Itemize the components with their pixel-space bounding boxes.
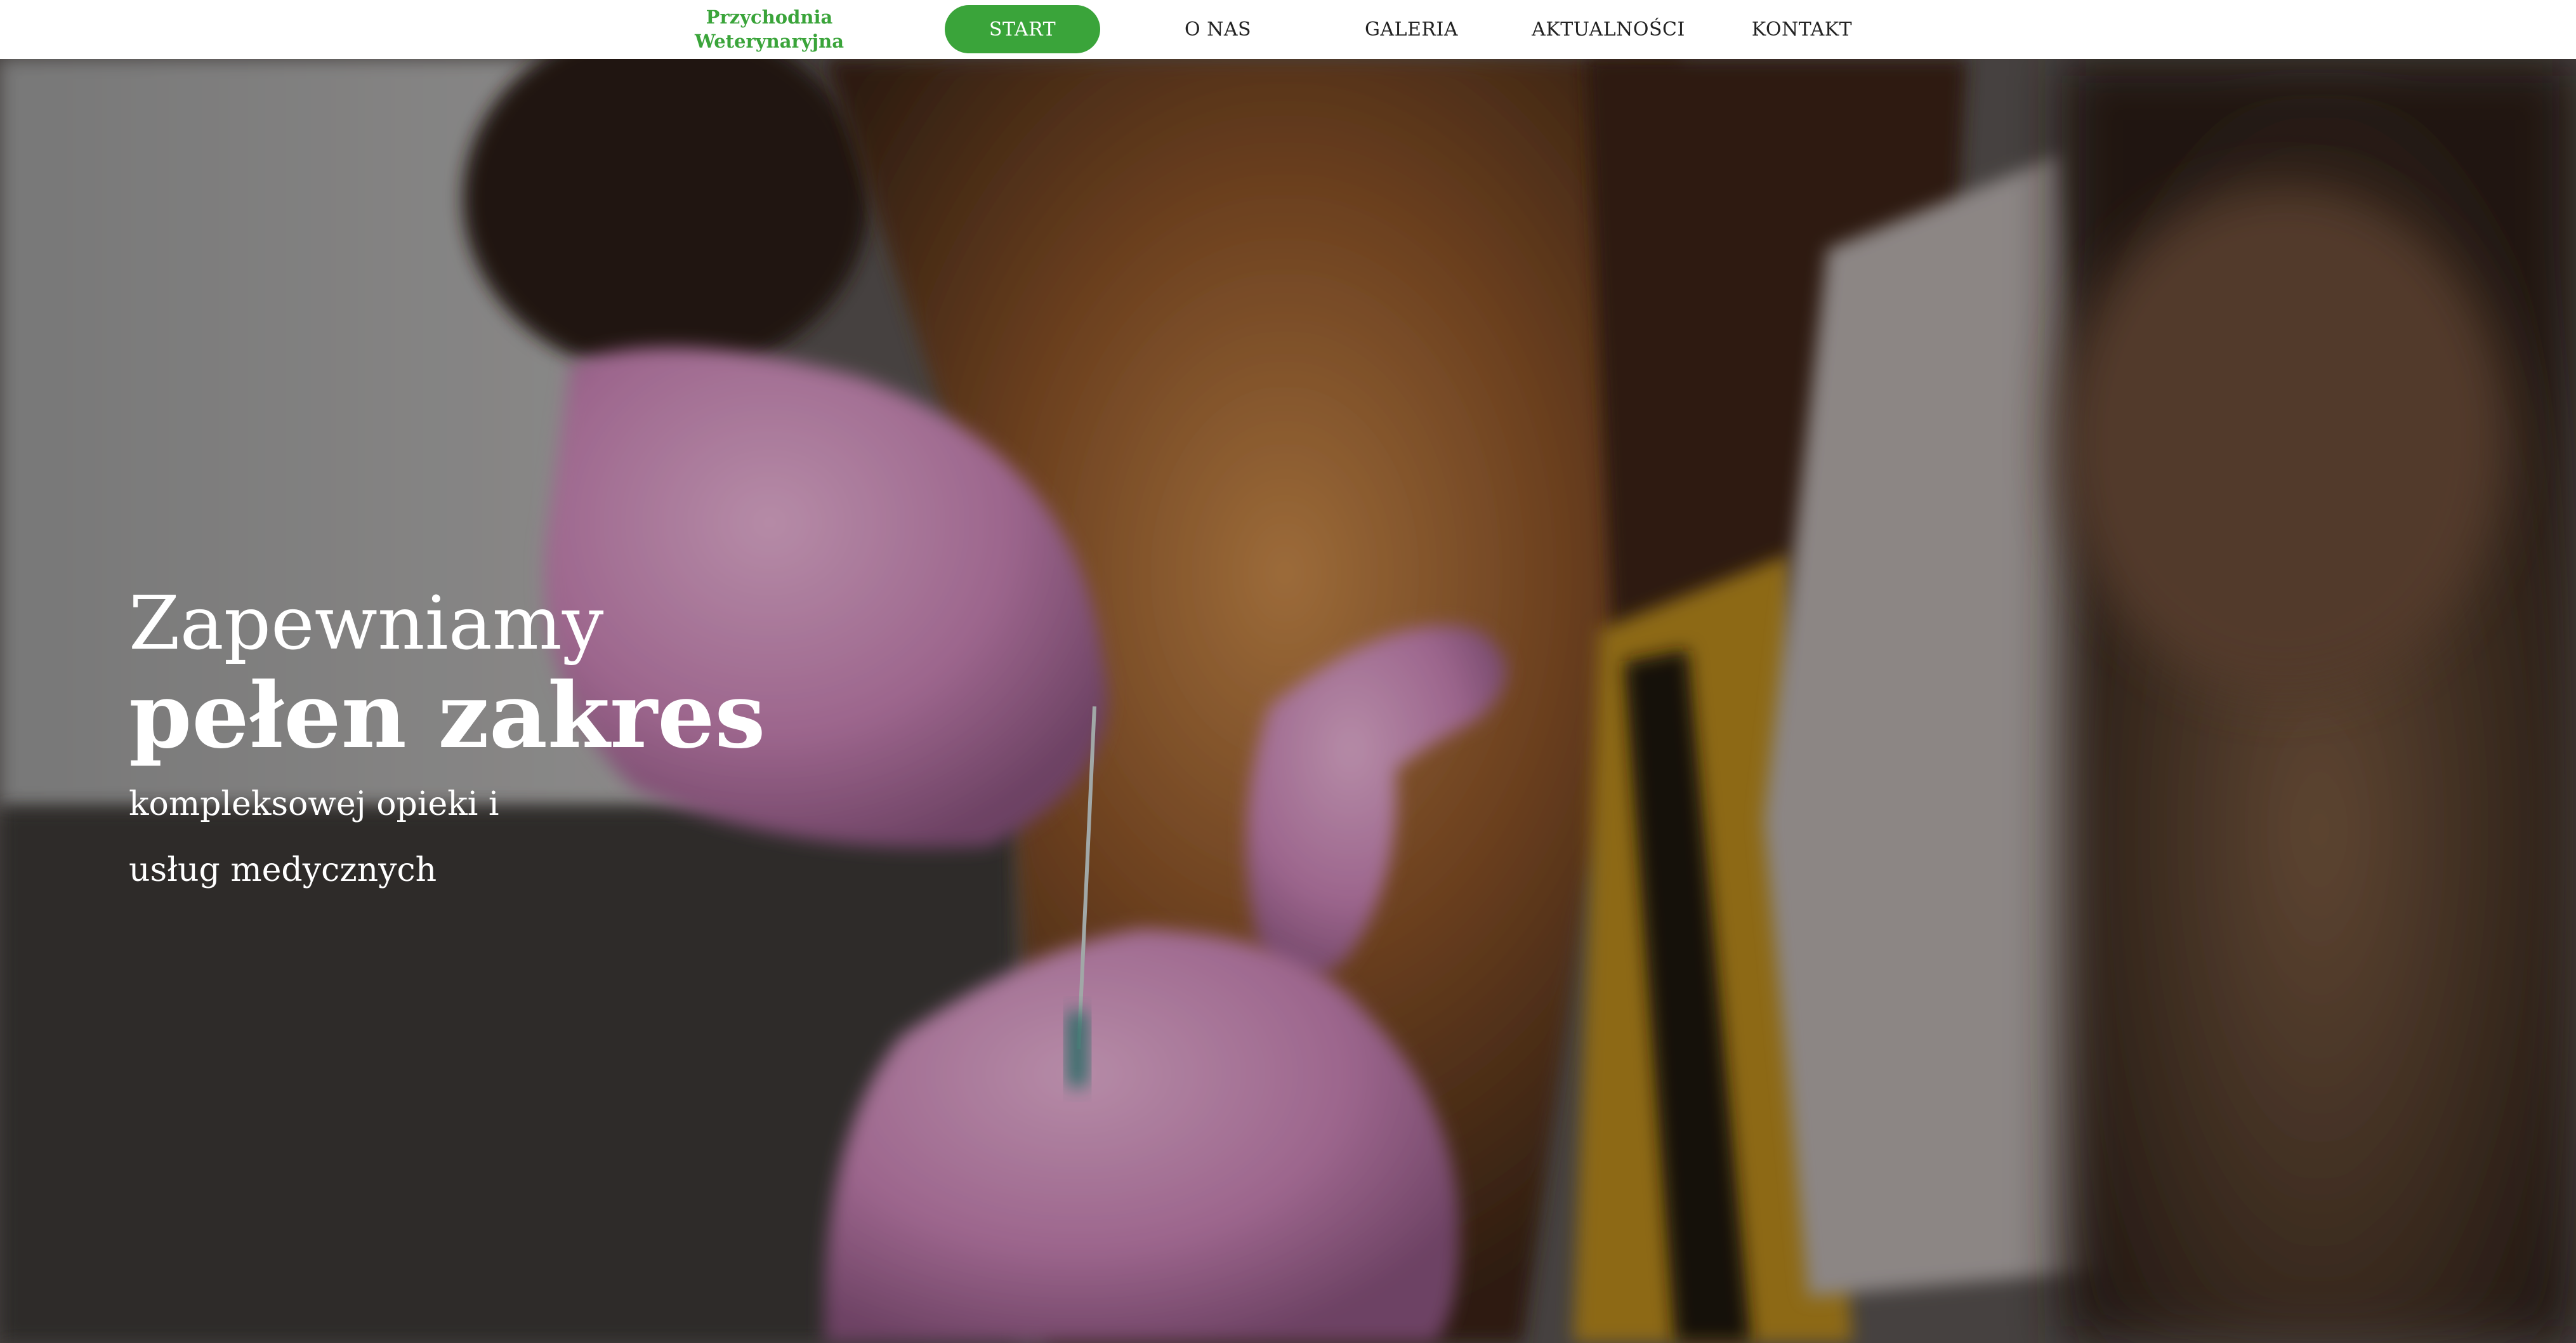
hero-section: Zapewniamy pełen zakres kompleksowej opi… (0, 59, 2576, 1343)
nav-item-kontakt[interactable]: KONTAKT (1723, 5, 1881, 53)
brand-line-1: Przychodnia (706, 6, 833, 28)
nav-item-start[interactable]: START (945, 5, 1100, 53)
hero-title-line-1: Zapewniamy (129, 581, 604, 666)
top-navbar: Przychodnia Weterynaryjna START O NAS GA… (0, 0, 2576, 59)
nav-item-galeria[interactable]: GALERIA (1334, 5, 1489, 53)
nav-item-o-nas[interactable]: O NAS (1140, 5, 1296, 53)
nav-item-aktualnosci[interactable]: AKTUALNOŚCI (1525, 5, 1692, 53)
brand-logo-link[interactable]: Przychodnia Weterynaryjna (685, 5, 853, 53)
brand-line-2: Weterynaryjna (694, 30, 844, 52)
hero-text-block: Zapewniamy pełen zakres kompleksowej opi… (129, 579, 765, 903)
hero-title-line-2: pełen zakres (129, 663, 766, 769)
page: Przychodnia Weterynaryjna START O NAS GA… (0, 0, 2576, 1343)
hero-subtitle: kompleksowej opieki i usług medycznych (129, 771, 765, 903)
hero-subtitle-line-2: usług medycznych (129, 851, 437, 889)
hero-subtitle-line-1: kompleksowej opieki i (129, 785, 499, 823)
